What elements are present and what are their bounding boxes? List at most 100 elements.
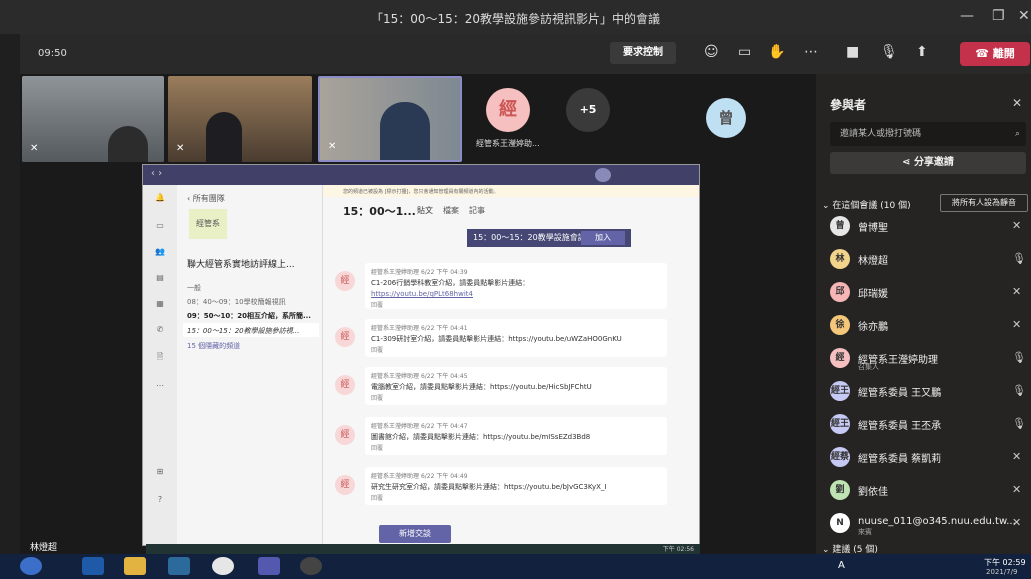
- activity-icon[interactable]: 🔔: [151, 193, 169, 202]
- apps-icon[interactable]: ⊞: [151, 467, 169, 476]
- channel-item-active[interactable]: 15：00～15：20教學設施參訪視...: [187, 326, 299, 336]
- participant-row[interactable]: 曾曾博聖 ✕: [830, 214, 1030, 240]
- hidden-channels-link[interactable]: 15 個隱藏的頻道: [187, 341, 240, 351]
- app-rail: 🔔 ▭ 👥 ▤ ▦ ✆ 🗎 ⋯ ⊞ ?: [143, 185, 177, 545]
- self-name: 林燈超: [30, 543, 58, 553]
- participant-role: 來賓: [858, 528, 872, 536]
- join-button[interactable]: 加入: [581, 231, 625, 245]
- ime-indicator[interactable]: A: [838, 560, 845, 571]
- share-icon: ⋖: [902, 157, 914, 168]
- message-card: 經 經管系王瀅婷助理 6/22 下午 04:49 研究生研究室介紹，請委員點擊影…: [335, 467, 667, 505]
- participant-row[interactable]: 徐徐亦鵬 ✕: [830, 313, 1030, 339]
- message-text: 電腦教室介紹，請委員點擊影片連結：https://youtu.be/HicSbJ…: [371, 383, 592, 391]
- reply-link[interactable]: 回覆: [371, 300, 661, 311]
- channel-item[interactable]: 一般: [187, 283, 201, 293]
- participant-name: 經管系委員 王丕承: [858, 421, 942, 432]
- participant-avatar: 經蔡: [830, 447, 850, 467]
- explorer-icon[interactable]: [124, 557, 146, 575]
- message-link[interactable]: https://youtu.be/qPLt68hwit4: [371, 289, 661, 300]
- channel-item[interactable]: 08：40～09：10學校簡報視訊: [187, 297, 286, 307]
- participant-row[interactable]: 經蔡 經管系委員 蔡凱莉 ✕: [830, 445, 1030, 471]
- calendar-icon[interactable]: ▦: [151, 299, 169, 308]
- tab-files[interactable]: 檔案: [443, 205, 459, 216]
- participant-avatar: 經: [830, 348, 850, 368]
- reply-link[interactable]: 回覆: [371, 493, 661, 504]
- leave-button[interactable]: ☎ 離開: [960, 42, 1030, 66]
- more-apps-icon[interactable]: ⋯: [151, 381, 169, 390]
- more-participants-badge[interactable]: +5: [566, 88, 610, 132]
- video-tile-1[interactable]: ✕: [22, 76, 164, 162]
- chat-icon[interactable]: ▭: [151, 221, 169, 230]
- mute-all-button[interactable]: 將所有人設為靜音: [940, 194, 1028, 212]
- mic-off-icon[interactable]: 🎙: [880, 44, 898, 60]
- video-tile-active[interactable]: ✕: [318, 76, 462, 162]
- meeting-join-title: 15：00～15：20教學設施會議...: [473, 233, 594, 242]
- ie-icon[interactable]: [82, 557, 104, 575]
- team-name[interactable]: 聯大經管系實地訪評線上...: [187, 257, 295, 270]
- participant-row[interactable]: 經王 經管系委員 王又鵬 🎙: [830, 379, 1030, 405]
- message-card: 經 經管系王瀅婷助理 6/22 下午 04:39 C1-206行銷學科教室介紹，…: [335, 263, 667, 311]
- participant-name: nuuse_011@o345.nuu.edu.tw...: [858, 516, 1016, 527]
- video-tile-2[interactable]: ✕: [168, 76, 312, 162]
- profile-icon[interactable]: [595, 168, 611, 182]
- participant-role: 召集人: [858, 363, 879, 371]
- reply-link[interactable]: 回覆: [371, 443, 661, 454]
- files-icon[interactable]: 🗎: [151, 351, 169, 365]
- participant-avatar: 經王: [830, 381, 850, 401]
- invite-input[interactable]: 邀請某人或撥打號碼 ⌕: [830, 122, 1026, 146]
- message-text: C1-206行銷學科教室介紹，請委員點擊影片連結：: [371, 279, 530, 287]
- participant-name: 經管系委員 蔡凱莉: [858, 454, 942, 465]
- message-card: 經 經管系王瀅婷助理 6/22 下午 04:45 電腦教室介紹，請委員點擊影片連…: [335, 367, 667, 405]
- reactions-icon[interactable]: ✋: [768, 44, 785, 60]
- media-player-icon[interactable]: [168, 557, 190, 575]
- mic-muted-icon: ✕: [1012, 450, 1022, 463]
- start-button[interactable]: [20, 557, 42, 575]
- message-text: 研究生研究室介紹，請委員點擊影片連結：https://youtu.be/bJvG…: [371, 483, 607, 491]
- tab-notes[interactable]: 記事: [469, 205, 485, 216]
- participant-row[interactable]: 經王 經管系委員 王丕承 🎙: [830, 412, 1030, 438]
- participant-avatar: 邱: [830, 282, 850, 302]
- channel-item[interactable]: 09：50～10：20相互介紹，系所簡...: [187, 311, 311, 321]
- chrome-icon[interactable]: [212, 557, 234, 575]
- participant-row[interactable]: Nnuuse_011@o345.nuu.edu.tw... 來賓 ✕: [830, 511, 1030, 537]
- participant-row[interactable]: 邱邱瑞媛 ✕: [830, 280, 1030, 306]
- participant-row[interactable]: 林林燈超 🎙: [830, 247, 1030, 273]
- window-titlebar: 「15：00～15：20教學設施參訪視訊影片」中的會議 — ❐ ✕: [0, 0, 1031, 34]
- more-actions-icon[interactable]: ⋯: [804, 44, 818, 60]
- teams-icon[interactable]: 👥: [151, 247, 169, 256]
- minimize-button[interactable]: —: [960, 8, 974, 24]
- request-control-button[interactable]: 要求控制: [610, 42, 676, 64]
- close-panel-icon[interactable]: ✕: [1012, 96, 1022, 110]
- reply-link[interactable]: 回覆: [371, 393, 661, 404]
- close-button[interactable]: ✕: [1018, 8, 1030, 24]
- mic-muted-icon: ✕: [1012, 318, 1022, 331]
- meeting-timer: 09:50: [38, 48, 67, 59]
- author-avatar: 經: [335, 271, 355, 291]
- back-link[interactable]: ‹ 所有團隊: [187, 193, 225, 204]
- help-icon[interactable]: ?: [151, 495, 169, 504]
- participant-name: 邱瑞媛: [858, 289, 888, 300]
- tab-posts[interactable]: 貼文: [417, 205, 433, 216]
- calls-icon[interactable]: ✆: [151, 325, 169, 334]
- share-label: 分享邀請: [913, 157, 954, 168]
- message-card: 經 經管系王瀅婷助理 6/22 下午 04:41 C1-309研討室介紹，請委員…: [335, 319, 667, 357]
- share-screen-icon[interactable]: ⬆: [916, 44, 928, 60]
- participant-name: 林燈超: [858, 256, 888, 267]
- restore-button[interactable]: ❐: [992, 8, 1005, 24]
- participants-icon[interactable]: ☺: [704, 44, 719, 60]
- chat-icon[interactable]: ▭: [738, 44, 751, 60]
- share-invite-button[interactable]: ⋖ 分享邀請: [830, 152, 1026, 174]
- back-arrow-icon[interactable]: ‹ ›: [151, 168, 162, 179]
- camera-off-icon[interactable]: ■: [846, 44, 859, 60]
- mic-muted-icon: ✕: [1012, 219, 1022, 232]
- participant-row[interactable]: 劉劉依佳 ✕: [830, 478, 1030, 504]
- app-icon[interactable]: [300, 557, 322, 575]
- participant-row[interactable]: 經經管系王瀅婷助理 召集人 🎙: [830, 346, 1030, 372]
- in-meeting-section[interactable]: ⌄ 在這個會議 (10 個): [822, 198, 911, 211]
- new-conversation-button[interactable]: 新增交談: [379, 525, 451, 543]
- message-card: 經 經管系王瀅婷助理 6/22 下午 04:47 圖書館介紹，請委員點擊影片連結…: [335, 417, 667, 455]
- avatar: 曾: [706, 98, 746, 138]
- assignments-icon[interactable]: ▤: [151, 273, 169, 282]
- teams-taskbar-icon[interactable]: [258, 557, 280, 575]
- reply-link[interactable]: 回覆: [371, 345, 661, 356]
